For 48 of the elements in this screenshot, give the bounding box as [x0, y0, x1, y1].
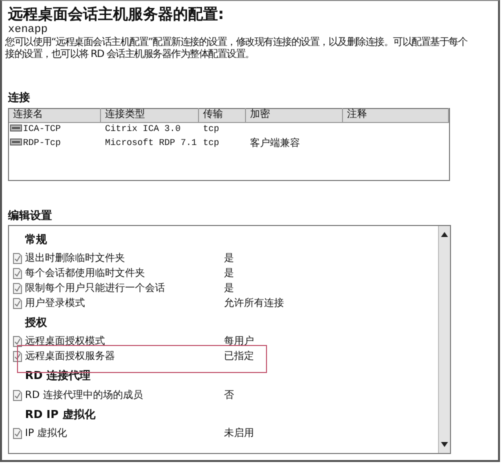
column-header: 连接类型: [101, 108, 199, 122]
scroll-down-icon[interactable]: [441, 442, 448, 447]
description-text: 接的设置，也可以将 RD 会话主机服务器作为整体配置设置。: [5, 49, 256, 62]
setting-value: 是: [224, 267, 234, 280]
setting-name[interactable]: IP 虚拟化: [22, 427, 224, 440]
document-icon: [13, 283, 22, 294]
column-header: 注释: [343, 108, 449, 122]
column-header: 连接名: [9, 108, 101, 122]
group-heading: 常规: [24, 232, 48, 248]
setting-name[interactable]: 每个会话都使用临时文件夹: [22, 267, 224, 280]
description-text: 您可以使用“远程桌面会话主机配置”配置新连接的设置，修改现有连接的设置，以及删除连接。可以配置基于每个: [5, 37, 468, 48]
setting-name[interactable]: 远程桌面授权服务器: [22, 350, 224, 364]
document-icon: [13, 428, 22, 440]
setting-name[interactable]: 限制每个用户只能进行一个会话: [22, 282, 224, 296]
table-cell[interactable]: ICA-TCP: [23, 124, 61, 134]
setting-name[interactable]: 用户登录模式: [22, 297, 224, 310]
column-header: 传输: [199, 108, 246, 122]
setting-value: 允许所有连接: [224, 297, 284, 310]
setting-name[interactable]: 远程桌面授权模式: [22, 335, 224, 348]
group-heading: 授权: [24, 316, 48, 330]
table-cell[interactable]: 客户端兼容: [250, 138, 300, 150]
network-icon: [10, 138, 22, 147]
table-cell[interactable]: tcp: [203, 124, 220, 134]
table-cell[interactable]: Microsoft RDP 7.1: [105, 138, 197, 148]
document-icon: [13, 390, 22, 401]
setting-name[interactable]: RD 连接代理中的场的成员: [22, 388, 224, 402]
table-cell[interactable]: Citrix ICA 3.0: [105, 124, 181, 134]
setting-value: 已指定: [224, 350, 254, 364]
document-icon: [13, 268, 22, 280]
setting-name[interactable]: 退出时删除临时文件夹: [22, 252, 224, 266]
page-title: 远程桌面会话主机服务器的配置:: [8, 5, 225, 23]
setting-value: 是: [224, 282, 234, 296]
document-icon: [13, 298, 22, 310]
setting-value: 否: [224, 388, 234, 402]
document-icon: [13, 336, 22, 348]
setting-value: 每用户: [224, 335, 254, 348]
document-icon: [13, 253, 22, 264]
setting-value: 是: [224, 252, 234, 266]
table-cell[interactable]: RDP-Tcp: [23, 138, 61, 148]
table-cell[interactable]: tcp: [203, 138, 220, 148]
network-icon: [10, 124, 22, 133]
section-heading: 连接: [8, 91, 31, 106]
group-heading: RD IP 虚拟化: [24, 408, 96, 422]
column-header: 加密: [246, 108, 343, 122]
setting-value: 未启用: [224, 427, 254, 440]
section-heading: 编辑设置: [8, 208, 53, 223]
server-name: xenapp: [8, 23, 49, 36]
scroll-up-icon[interactable]: [441, 232, 448, 237]
